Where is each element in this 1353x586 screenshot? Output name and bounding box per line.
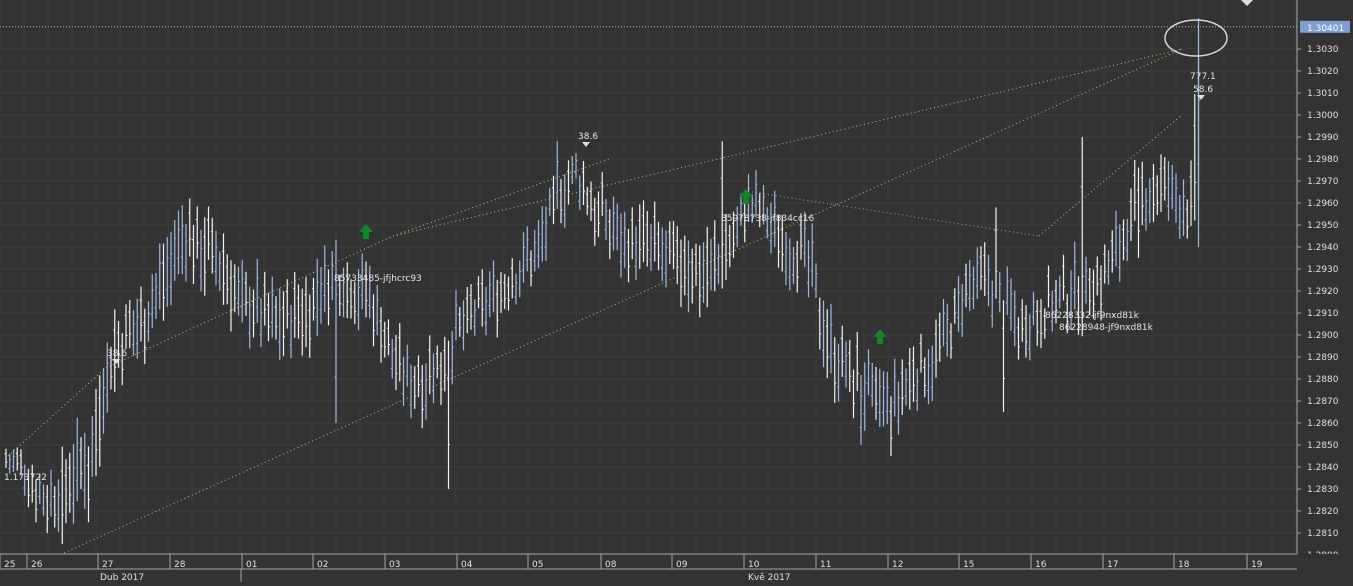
trendline-channel[interactable] bbox=[34, 48, 1183, 567]
x-day-label: 10 bbox=[748, 560, 760, 570]
fib-label: 777.1 bbox=[1190, 72, 1216, 82]
x-day-label: 17 bbox=[1107, 560, 1118, 570]
y-tick-label: 1.2910 bbox=[1307, 309, 1339, 319]
fib-marker-icon[interactable] bbox=[582, 142, 590, 147]
x-month-label: Dub 2017 bbox=[100, 573, 144, 582]
y-tick-label: 1.2850 bbox=[1307, 441, 1339, 451]
price-chart-svg[interactable]: 1.173722 85733485-jfjhcrc93 85978738-jf834… bbox=[0, 0, 1353, 583]
trade-label: 86228332-jf9nxd81k bbox=[1045, 311, 1140, 321]
y-tick-label: 1.2860 bbox=[1307, 419, 1339, 429]
x-day-label: 19 bbox=[1251, 560, 1263, 570]
trendline-channel-upper[interactable] bbox=[392, 48, 1183, 237]
y-tick-label: 1.2980 bbox=[1307, 155, 1339, 165]
y-tick-label: 1.2900 bbox=[1307, 331, 1339, 341]
target-ellipse[interactable] bbox=[1164, 19, 1228, 57]
y-tick-label: 1.2830 bbox=[1307, 485, 1339, 495]
y-tick-label: 1.2970 bbox=[1307, 177, 1339, 187]
x-day-label: 03 bbox=[389, 560, 400, 570]
y-tick-label: 1.3020 bbox=[1307, 67, 1339, 77]
y-tick-label: 1.2930 bbox=[1307, 265, 1339, 275]
y-tick-label: 1.2950 bbox=[1307, 221, 1339, 231]
fib-label: 38.6 bbox=[107, 349, 127, 359]
fib-label: 58.6 bbox=[1193, 85, 1213, 95]
trade-label: 85978738-jf834cc16 bbox=[721, 214, 815, 224]
x-day-label: 04 bbox=[461, 560, 473, 570]
y-tick-label: 1.2880 bbox=[1307, 375, 1339, 385]
y-tick-label: 1.3030 bbox=[1307, 45, 1339, 55]
y-tick-label: 1.2890 bbox=[1307, 353, 1339, 363]
x-day-label: 18 bbox=[1178, 560, 1190, 570]
trendline-1[interactable] bbox=[7, 367, 107, 457]
buy-arrow-icon[interactable] bbox=[359, 224, 373, 239]
y-tick-label: 1.2840 bbox=[1307, 463, 1339, 473]
y-tick-label: 1.2940 bbox=[1307, 243, 1339, 253]
x-day-label: 02 bbox=[317, 560, 328, 570]
forex-chart[interactable]: 1.173722 85733485-jfjhcrc93 85978738-jf834… bbox=[0, 0, 1353, 583]
scroll-marker-icon[interactable] bbox=[1241, 0, 1253, 6]
x-day-label: 28 bbox=[174, 560, 186, 570]
x-day-label: 08 bbox=[605, 560, 617, 570]
x-day-label: 26 bbox=[31, 560, 43, 570]
x-month-label: Kvě 2017 bbox=[748, 573, 791, 582]
y-tick-label: 1.2960 bbox=[1307, 199, 1339, 209]
x-day-label: 15 bbox=[963, 560, 974, 570]
y-tick-label: 1.2820 bbox=[1307, 507, 1339, 517]
y-tick-label: 1.2990 bbox=[1307, 133, 1339, 143]
x-day-label: 16 bbox=[1035, 560, 1047, 570]
x-day-label: 25 bbox=[4, 560, 15, 570]
buy-arrow-icon[interactable] bbox=[873, 329, 887, 344]
y-tick-label: 1.2810 bbox=[1307, 529, 1339, 539]
x-day-label: 01 bbox=[246, 560, 257, 570]
current-price-value: 1.30401 bbox=[1307, 24, 1344, 34]
x-day-label: 05 bbox=[532, 560, 543, 570]
trade-label: 85733485-jfjhcrc93 bbox=[334, 274, 422, 284]
trade-label: 1.173722 bbox=[4, 473, 47, 483]
fib-label: 38.6 bbox=[578, 132, 598, 142]
y-tick-label: 1.3010 bbox=[1307, 89, 1339, 99]
x-day-label: 27 bbox=[102, 560, 113, 570]
x-day-label: 12 bbox=[892, 560, 903, 570]
y-tick-label: 1.2920 bbox=[1307, 287, 1339, 297]
x-day-label: 11 bbox=[820, 560, 831, 570]
x-day-label: 09 bbox=[676, 560, 688, 570]
trade-label: 86228948-jf9nxd81k bbox=[1059, 323, 1154, 333]
y-tick-label: 1.2870 bbox=[1307, 397, 1339, 407]
y-tick-label: 1.3000 bbox=[1307, 111, 1339, 121]
